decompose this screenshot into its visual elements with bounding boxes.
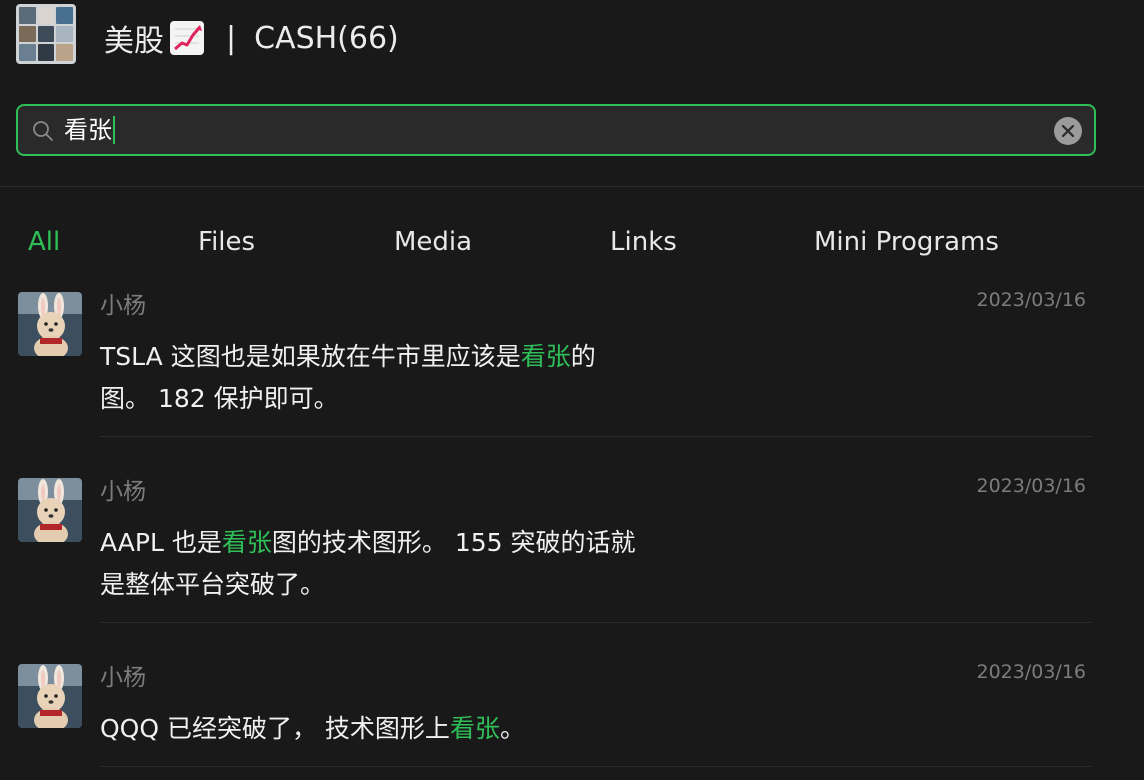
message-text-segment: 的 bbox=[570, 342, 596, 371]
result-divider bbox=[100, 766, 1092, 767]
highlight-match: 看张 bbox=[221, 528, 272, 557]
search-query[interactable]: 看张 bbox=[64, 116, 115, 144]
result-divider bbox=[100, 622, 1092, 623]
chat-search-window: 美股 | CASH(66) 看张 All Files Media Links M… bbox=[0, 0, 1144, 780]
tab-links[interactable]: Links bbox=[610, 224, 677, 260]
close-icon bbox=[1061, 124, 1075, 138]
avatar[interactable] bbox=[18, 292, 82, 356]
group-avatar[interactable] bbox=[16, 4, 76, 64]
header-divider bbox=[0, 186, 1144, 187]
message-text-segment: 图的技术图形。 155 突破的话就 bbox=[271, 528, 636, 557]
tab-all[interactable]: All bbox=[28, 224, 60, 260]
message-text-segment: 图。 182 保护即可。 bbox=[100, 384, 339, 413]
sender-name: 小杨 bbox=[100, 479, 146, 505]
chat-subtitle: CASH(66) bbox=[254, 20, 399, 56]
message-text-segment: QQQ 已经突破了， 技术图形上 bbox=[100, 714, 450, 743]
sender-name: 小杨 bbox=[100, 665, 146, 691]
chat-title: 美股 | CASH(66) bbox=[104, 16, 399, 60]
group-name: 美股 bbox=[104, 24, 164, 59]
avatar[interactable] bbox=[18, 664, 82, 728]
avatar[interactable] bbox=[18, 478, 82, 542]
sender-name: 小杨 bbox=[100, 293, 146, 319]
tab-media[interactable]: Media bbox=[394, 224, 472, 260]
chat-header: 美股 | CASH(66) bbox=[0, 0, 1144, 80]
message-date: 2023/03/16 bbox=[976, 661, 1086, 683]
search-input[interactable]: 看张 bbox=[16, 104, 1096, 156]
tab-files[interactable]: Files bbox=[198, 224, 255, 260]
highlight-match: 看张 bbox=[520, 342, 571, 371]
message-date: 2023/03/16 bbox=[976, 289, 1086, 311]
message-text: QQQ 已经突破了， 技术图形上看张。 bbox=[100, 708, 700, 750]
message-text-segment: 是整体平台突破了。 bbox=[100, 570, 326, 599]
chart-increasing-icon bbox=[170, 21, 204, 55]
message-date: 2023/03/16 bbox=[976, 475, 1086, 497]
highlight-match: 看张 bbox=[449, 714, 500, 743]
tab-mini-programs[interactable]: Mini Programs bbox=[814, 224, 999, 260]
message-text-segment: TSLA 这图也是如果放在牛市里应该是 bbox=[100, 342, 521, 371]
result-divider bbox=[100, 436, 1092, 437]
title-separator: | bbox=[226, 20, 237, 56]
message-text: TSLA 这图也是如果放在牛市里应该是看张的 图。 182 保护即可。 bbox=[100, 336, 700, 420]
search-icon bbox=[33, 121, 53, 141]
clear-search-button[interactable] bbox=[1054, 117, 1082, 145]
message-text-segment: 。 bbox=[499, 714, 525, 743]
message-text: AAPL 也是看张图的技术图形。 155 突破的话就 是整体平台突破了。 bbox=[100, 522, 700, 606]
text-caret bbox=[113, 116, 115, 144]
search-query-text: 看张 bbox=[64, 116, 112, 144]
message-text-segment: AAPL 也是 bbox=[100, 528, 222, 557]
